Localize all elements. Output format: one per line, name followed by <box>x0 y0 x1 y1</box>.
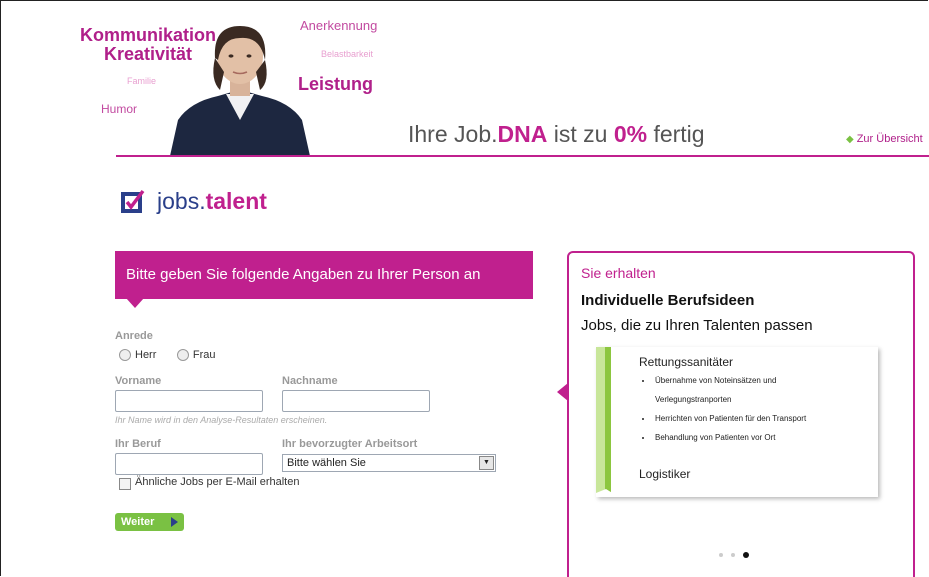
checkbox-logo-icon <box>121 189 145 213</box>
radio-frau-label[interactable]: Frau <box>193 349 216 361</box>
dna-word: DNA <box>497 121 548 147</box>
logo-jobs: jobs. <box>157 188 206 214</box>
vorname-label: Vorname <box>115 375 162 387</box>
card-bullet-list: Übernahme von Noteinsätzen und Verlegung… <box>644 371 853 447</box>
carousel-dot-active[interactable] <box>743 551 749 558</box>
vorname-field[interactable] <box>115 390 263 412</box>
dna-prefix: Ihre Job. <box>408 121 498 147</box>
similar-jobs-label[interactable]: Ähnliche Jobs per E-Mail erhalten <box>135 476 299 488</box>
carousel-dot[interactable] <box>731 552 735 557</box>
panel-title: Individuelle Berufsideen <box>581 292 755 309</box>
weiter-button[interactable]: Weiter <box>115 513 184 531</box>
torn-edge <box>596 488 878 497</box>
card-bullet: Übernahme von Noteinsätzen und Verlegung… <box>653 371 853 409</box>
header-divider <box>116 155 929 157</box>
banner-pointer <box>126 298 144 308</box>
radio-herr[interactable] <box>119 348 131 361</box>
person-image <box>170 26 310 156</box>
arbeitsort-selected: Bitte wählen Sie <box>287 457 366 469</box>
panel-pointer <box>557 383 568 401</box>
card-bullet: Herrichten von Patienten für den Transpo… <box>653 409 853 428</box>
anrede-label: Anrede <box>115 330 153 342</box>
panel-subtitle: Jobs, die zu Ihren Talenten passen <box>581 317 813 334</box>
similar-jobs-checkbox[interactable] <box>119 478 131 490</box>
carousel-dots <box>719 546 757 564</box>
arrow-right-icon: ◆ <box>846 134 854 145</box>
name-hint: Ihr Name wird in den Analyse-Resultaten … <box>115 415 328 425</box>
arbeitsort-label: Ihr bevorzugter Arbeitsort <box>282 438 418 450</box>
logo-talent: talent <box>205 188 267 214</box>
card-bar-green <box>605 347 611 497</box>
form-banner: Bitte geben Sie folgende Angaben zu Ihre… <box>115 251 533 299</box>
overview-link-label: Zur Übersicht <box>856 133 923 145</box>
word-humor: Humor <box>101 102 138 116</box>
nachname-field[interactable] <box>282 390 430 412</box>
weiter-label: Weiter <box>121 516 155 528</box>
dna-middle: ist zu <box>547 121 614 147</box>
job-dna-progress: Ihre Job.DNA ist zu 0% fertig <box>408 121 705 148</box>
word-belastbarkeit: Belastbarkeit <box>321 49 374 59</box>
card-bullet: Behandlung von Patienten vor Ort <box>653 428 853 447</box>
dna-percent: 0% <box>613 121 648 147</box>
dna-suffix: fertig <box>647 121 705 147</box>
radio-frau[interactable] <box>176 348 189 361</box>
arbeitsort-select[interactable]: Bitte wählen Sie ▼ <box>282 454 496 472</box>
play-icon <box>171 517 178 527</box>
beruf-label: Ihr Beruf <box>115 438 161 450</box>
job-preview-card: Rettungssanitäter Übernahme von Noteinsä… <box>596 347 878 497</box>
carousel-dot[interactable] <box>719 552 723 557</box>
word-familie: Familie <box>127 76 157 86</box>
radio-herr-label[interactable]: Herr <box>135 349 156 361</box>
card-job-title: Rettungssanitäter <box>639 355 734 369</box>
card-bar-light <box>596 347 605 497</box>
panel-heading: Sie erhalten <box>581 265 656 281</box>
chevron-down-icon[interactable]: ▼ <box>479 456 494 470</box>
card-job-title: Logistiker <box>639 467 691 481</box>
beruf-field[interactable] <box>115 453 263 475</box>
logo-text: jobs.talent <box>157 188 267 215</box>
anrede-group: Herr Frau <box>119 346 215 364</box>
nachname-label: Nachname <box>282 375 338 387</box>
overview-link[interactable]: ◆ Zur Übersicht <box>846 133 923 145</box>
